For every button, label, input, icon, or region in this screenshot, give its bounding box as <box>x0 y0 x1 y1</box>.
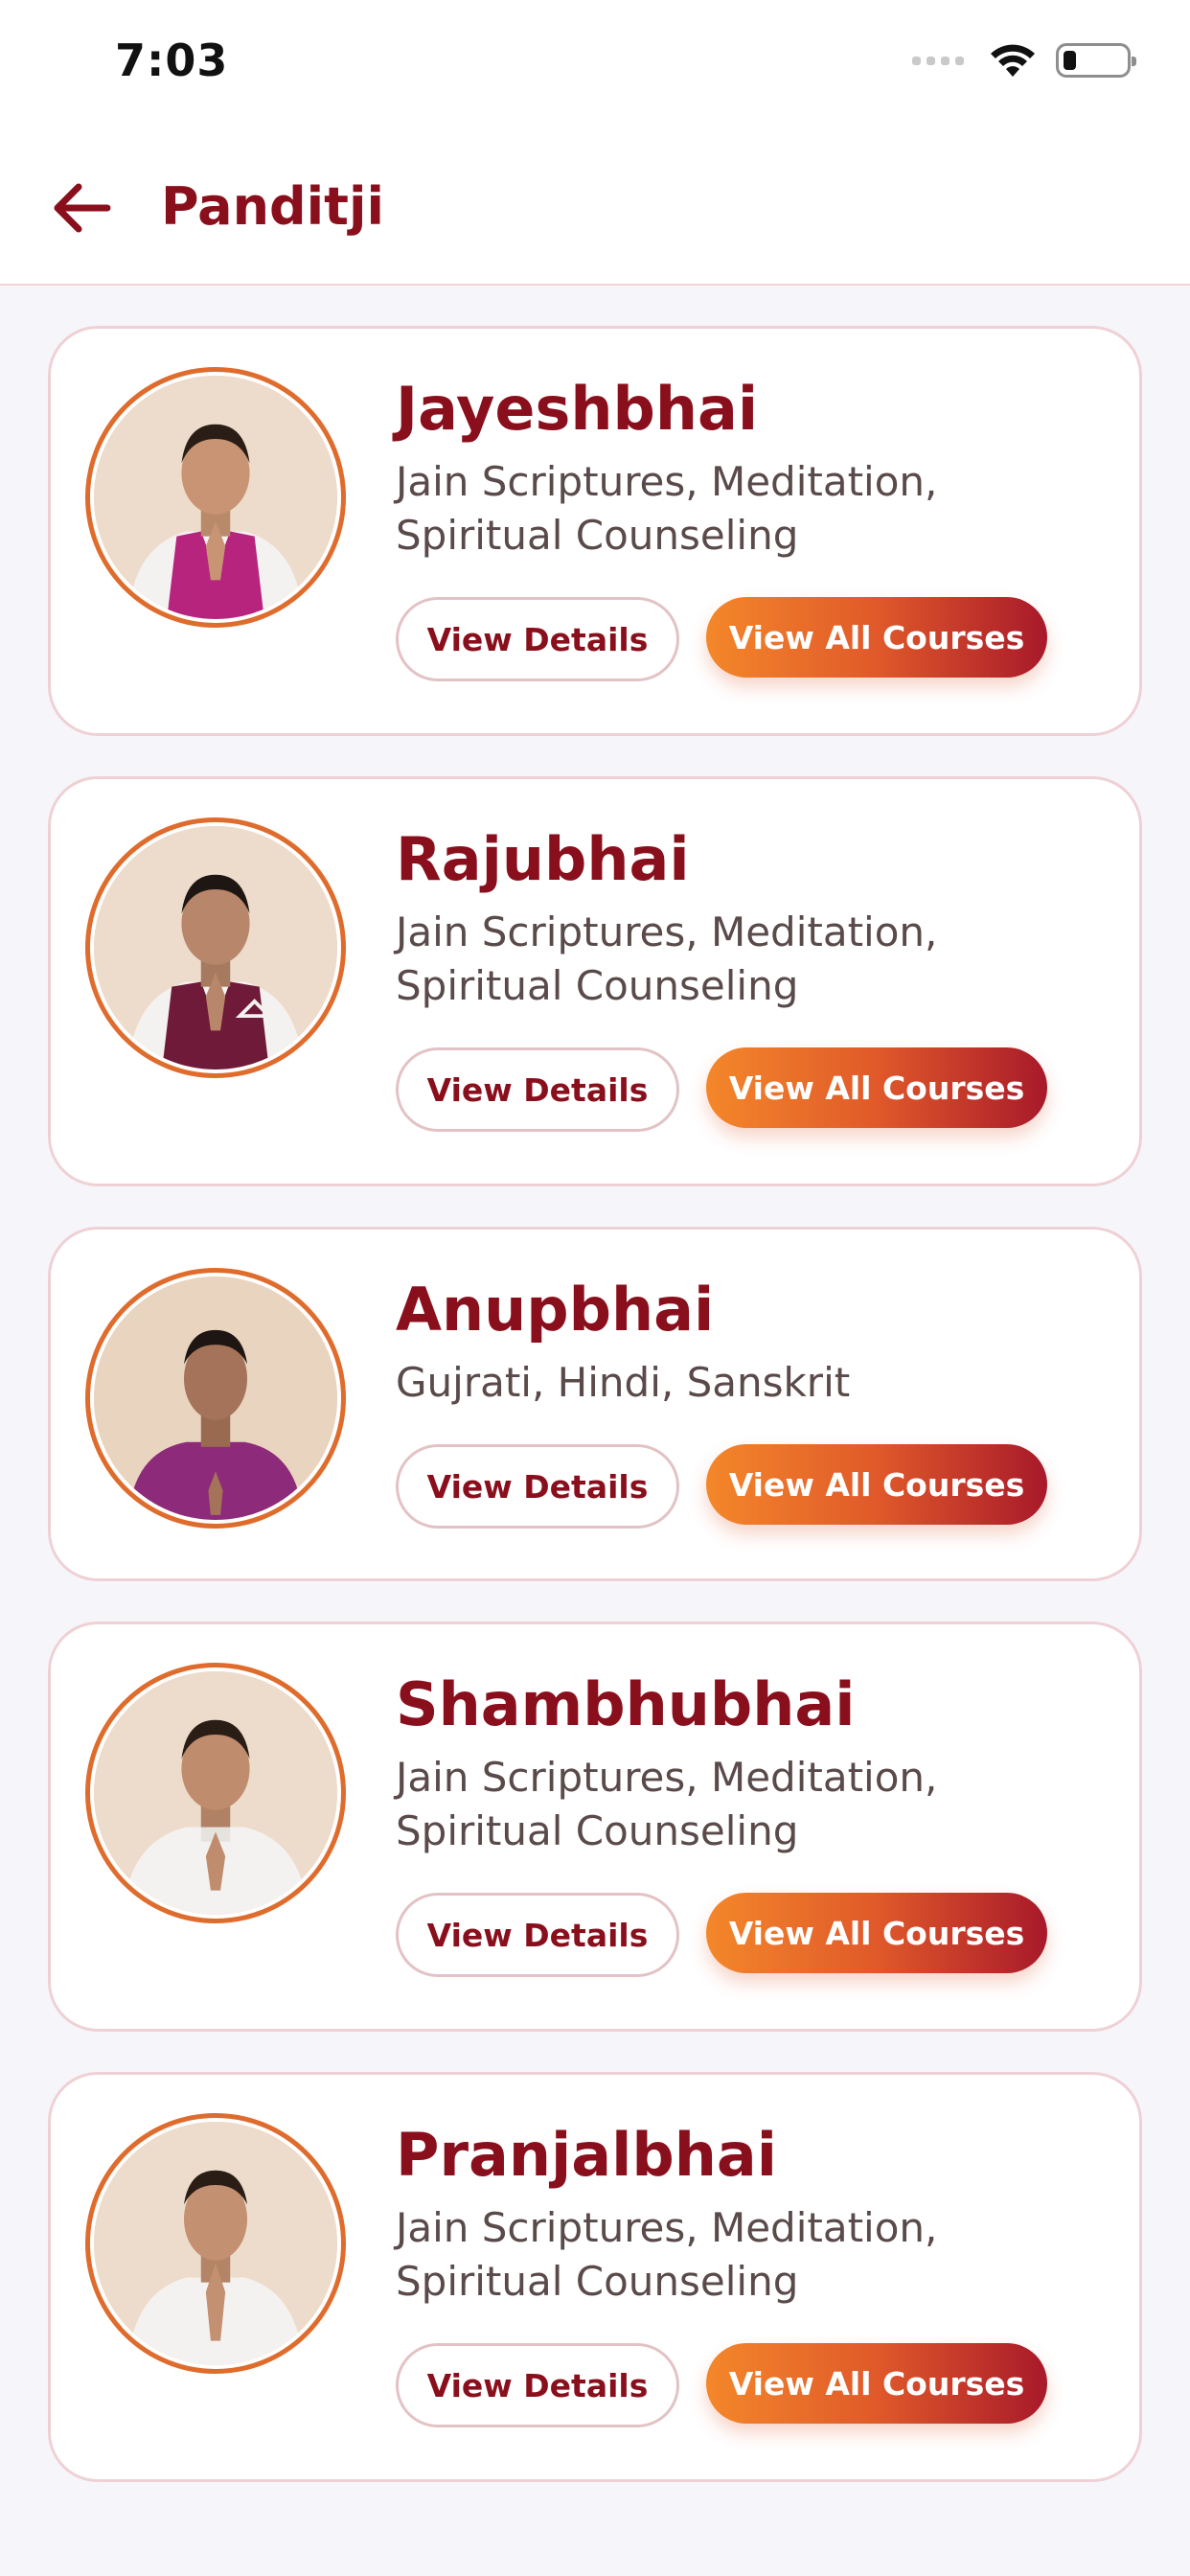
panditji-card: Anupbhai Gujrati, Hindi, Sanskrit View D… <box>48 1227 1142 1581</box>
portrait-image <box>94 1276 337 1520</box>
panditji-name: Pranjalbhai <box>396 2120 777 2190</box>
avatar <box>85 817 346 1078</box>
view-all-courses-button[interactable]: View All Courses <box>706 2343 1047 2424</box>
panditji-name: Anupbhai <box>396 1275 715 1345</box>
panditji-name: Shambhubhai <box>396 1669 856 1739</box>
view-all-courses-button[interactable]: View All Courses <box>706 1893 1047 1973</box>
panditji-name: Rajubhai <box>396 824 690 894</box>
status-time: 7:03 <box>115 34 229 86</box>
panditji-specialty: Gujrati, Hindi, Sanskrit <box>396 1359 851 1406</box>
panditji-screen: 7:03 Panditji Jayeshbhai Jain Scriptures… <box>0 0 1190 2576</box>
view-details-button[interactable]: View Details <box>396 1893 679 1977</box>
page-title: Panditji <box>161 176 385 237</box>
portrait-image <box>94 1671 337 1915</box>
view-all-courses-button[interactable]: View All Courses <box>706 597 1047 678</box>
app-header: Panditji <box>0 134 1190 286</box>
status-bar: 7:03 <box>0 0 1190 134</box>
panditji-specialty: Jain Scriptures, Meditation, Spiritual C… <box>396 1754 938 1854</box>
portrait-image <box>94 2122 337 2365</box>
status-icons <box>912 42 1136 79</box>
panditji-card: Jayeshbhai Jain Scriptures, Meditation, … <box>48 326 1142 736</box>
panditji-name: Jayeshbhai <box>396 374 759 444</box>
panditji-card: Pranjalbhai Jain Scriptures, Meditation,… <box>48 2072 1142 2482</box>
view-details-button[interactable]: View Details <box>396 1444 679 1529</box>
wifi-icon <box>991 44 1035 77</box>
avatar <box>85 1663 346 1923</box>
avatar <box>85 2113 346 2374</box>
view-details-button[interactable]: View Details <box>396 597 679 681</box>
panditji-card: Shambhubhai Jain Scriptures, Meditation,… <box>48 1622 1142 2032</box>
avatar <box>85 1268 346 1529</box>
view-details-button[interactable]: View Details <box>396 2343 679 2427</box>
view-details-button[interactable]: View Details <box>396 1047 679 1132</box>
avatar <box>85 367 346 628</box>
view-all-courses-button[interactable]: View All Courses <box>706 1047 1047 1128</box>
portrait-image <box>94 376 337 619</box>
panditji-card: Rajubhai Jain Scriptures, Meditation, Sp… <box>48 776 1142 1186</box>
panditji-specialty: Jain Scriptures, Meditation, Spiritual C… <box>396 908 938 1009</box>
battery-icon <box>1056 43 1136 78</box>
cellular-signal-icon <box>912 56 964 65</box>
panditji-specialty: Jain Scriptures, Meditation, Spiritual C… <box>396 458 938 559</box>
portrait-image <box>94 826 337 1070</box>
panditji-specialty: Jain Scriptures, Meditation, Spiritual C… <box>396 2204 938 2305</box>
back-button[interactable] <box>48 174 115 242</box>
view-all-courses-button[interactable]: View All Courses <box>706 1444 1047 1525</box>
arrow-left-icon <box>54 183 111 233</box>
